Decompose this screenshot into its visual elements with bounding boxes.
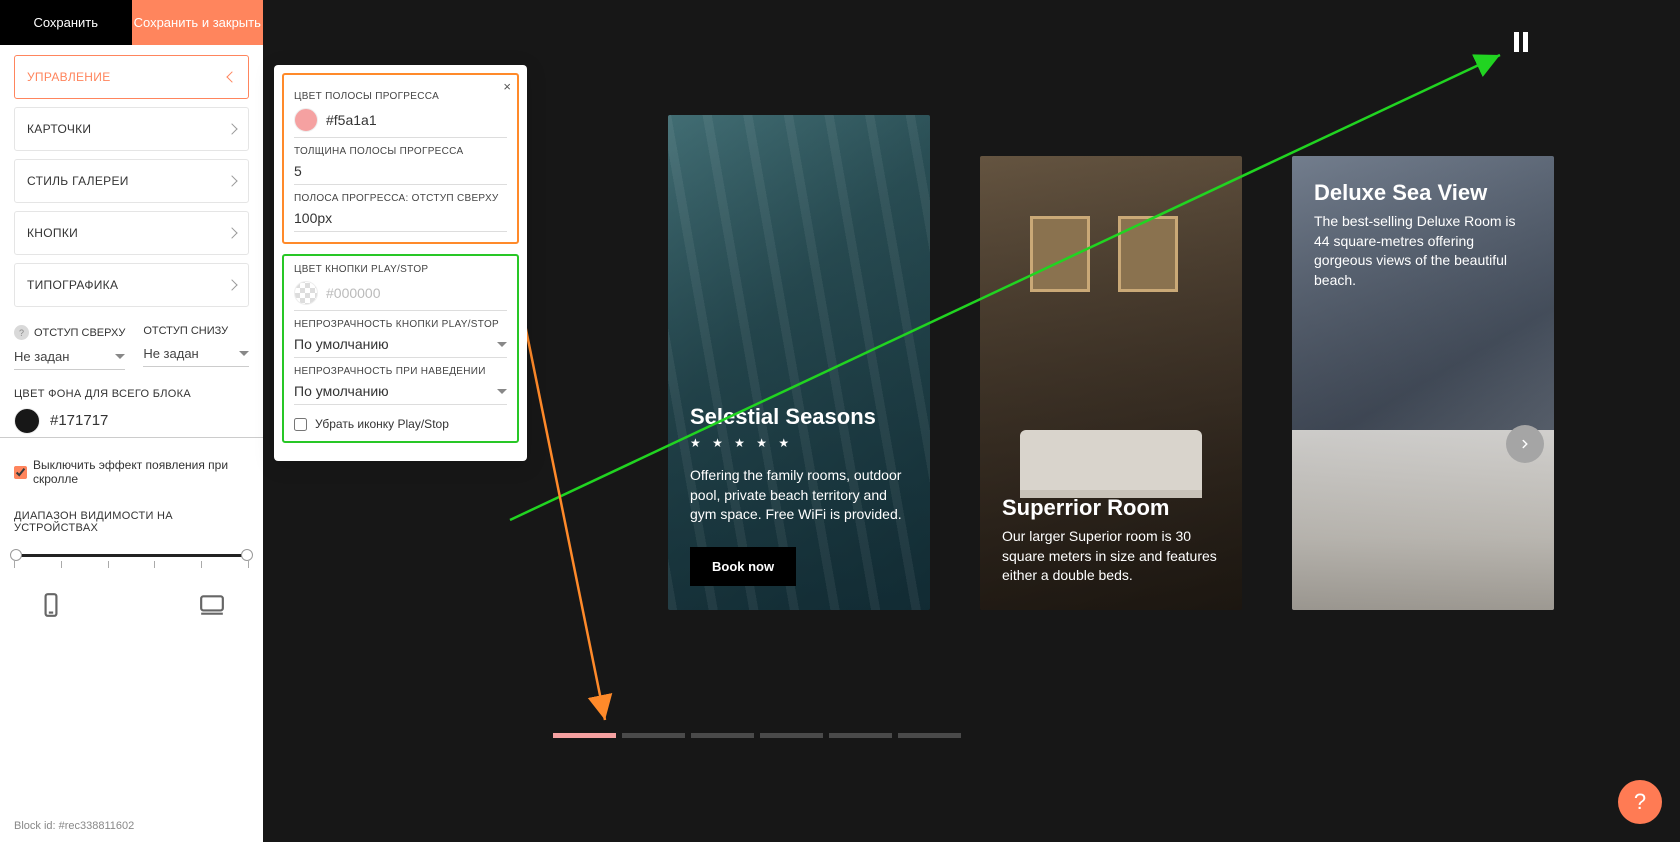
play-hover-select[interactable]: По умолчанию [294, 377, 507, 405]
accordion-item-control[interactable]: УПРАВЛЕНИЕ [14, 55, 249, 99]
book-now-button[interactable]: Book now [690, 547, 796, 586]
dropdown-icon [239, 351, 249, 356]
progress-segment[interactable] [760, 733, 823, 738]
progress-segment[interactable] [553, 733, 616, 738]
range-thumb-min[interactable] [10, 549, 22, 561]
progress-bars [553, 733, 961, 738]
accordion-label: ТИПОГРАФИКА [27, 278, 118, 292]
accordion-label: УПРАВЛЕНИЕ [27, 70, 111, 84]
bg-color-label: ЦВЕТ ФОНА ДЛЯ ВСЕГО БЛОКА [0, 370, 263, 404]
chevron-right-icon [226, 123, 237, 134]
card-selestial[interactable]: Selestial Seasons ★ ★ ★ ★ ★ Offering the… [668, 115, 930, 610]
desktop-icon [199, 592, 225, 618]
card-desc: The best-selling Deluxe Room is 44 squar… [1314, 212, 1532, 290]
hide-playstop-checkbox[interactable]: Убрать иконку Play/Stop [294, 417, 507, 431]
help-button[interactable]: ? [1618, 780, 1662, 824]
play-color-label: ЦВЕТ КНОПКИ PLAY/STOP [294, 264, 507, 275]
chevron-right-icon [226, 175, 237, 186]
close-icon[interactable]: × [503, 79, 511, 94]
offset-bottom-label: ОТСТУП СНИЗУ [143, 325, 249, 337]
save-close-button[interactable]: Сохранить и закрыть [132, 0, 264, 45]
color-swatch-icon [294, 108, 318, 132]
offset-top-select[interactable]: Не задан [14, 344, 125, 370]
accordion-label: СТИЛЬ ГАЛЕРЕИ [27, 174, 129, 188]
card-desc: Our larger Superior room is 30 square me… [1002, 527, 1220, 586]
play-color-input[interactable]: #000000 [294, 275, 507, 311]
progress-segment[interactable] [898, 733, 961, 738]
accordion-label: КАРТОЧКИ [27, 122, 91, 136]
checkbox-label: Выключить эффект появления при скролле [33, 458, 249, 486]
play-color-value: #000000 [326, 285, 381, 301]
card-desc: Offering the family rooms, outdoor pool,… [690, 466, 908, 525]
chevron-right-icon [226, 227, 237, 238]
checkbox-label: Убрать иконку Play/Stop [315, 417, 449, 431]
dropdown-icon [497, 342, 507, 347]
pause-button[interactable] [1512, 32, 1530, 57]
range-thumb-max[interactable] [241, 549, 253, 561]
playstop-group: ЦВЕТ КНОПКИ PLAY/STOP #000000 НЕПРОЗРАЧН… [282, 254, 519, 443]
play-opacity-label: НЕПРОЗРАЧНОСТЬ КНОПКИ PLAY/STOP [294, 319, 507, 330]
bg-color-value: #171717 [50, 404, 108, 437]
checkbox-input[interactable] [14, 466, 27, 479]
card-deluxe[interactable]: Deluxe Sea View The best-selling Deluxe … [1292, 156, 1554, 610]
accordion-item-buttons[interactable]: КНОПКИ [14, 211, 249, 255]
card-stars: ★ ★ ★ ★ ★ [690, 436, 908, 450]
range-ticks [14, 561, 249, 568]
gallery-cards: Selestial Seasons ★ ★ ★ ★ ★ Offering the… [668, 115, 1554, 610]
chevron-right-icon [226, 279, 237, 290]
help-tip-icon[interactable]: ? [14, 325, 29, 340]
card-title: Deluxe Sea View [1314, 180, 1532, 206]
card-title: Selestial Seasons [690, 404, 908, 430]
chevron-left-icon [226, 71, 237, 82]
play-opacity-select[interactable]: По умолчанию [294, 330, 507, 358]
transparent-swatch-icon [294, 281, 318, 305]
dropdown-icon [497, 389, 507, 394]
progress-thickness-input[interactable]: 5 [294, 157, 507, 185]
play-hover-label: НЕПРОЗРАЧНОСТЬ ПРИ НАВЕДЕНИИ [294, 366, 507, 377]
visibility-range-label: ДИАПАЗОН ВИДИМОСТИ НА УСТРОЙСТВАХ [0, 492, 263, 538]
card-title: Superrior Room [1002, 495, 1220, 521]
progress-offset-input[interactable]: 100px [294, 204, 507, 232]
accordion-item-gallery-style[interactable]: СТИЛЬ ГАЛЕРЕИ [14, 159, 249, 203]
dropdown-icon [115, 354, 125, 359]
bg-color-swatch [14, 408, 40, 434]
bg-color-input[interactable]: #171717 [0, 404, 263, 438]
progress-offset-label: ПОЛОСА ПРОГРЕССА: ОТСТУП СВЕРХУ [294, 193, 507, 204]
settings-sidebar: Сохранить Сохранить и закрыть УПРАВЛЕНИЕ… [0, 0, 263, 842]
progress-thickness-label: ТОЛЩИНА ПОЛОСЫ ПРОГРЕССА [294, 146, 507, 157]
progress-color-label: ЦВЕТ ПОЛОСЫ ПРОГРЕССА [294, 91, 507, 102]
mobile-icon [38, 592, 64, 618]
offset-bottom-select[interactable]: Не задан [143, 341, 249, 367]
progress-color-input[interactable]: #f5a1a1 [294, 102, 507, 138]
accordion-item-cards[interactable]: КАРТОЧКИ [14, 107, 249, 151]
progress-segment[interactable] [691, 733, 754, 738]
disable-scroll-effect-checkbox[interactable]: Выключить эффект появления при скролле [0, 442, 263, 492]
progressbar-group: × ЦВЕТ ПОЛОСЫ ПРОГРЕССА #f5a1a1 ТОЛЩИНА … [282, 73, 519, 244]
progress-segment[interactable] [622, 733, 685, 738]
progress-color-value: #f5a1a1 [326, 112, 377, 128]
progress-segment[interactable] [829, 733, 892, 738]
block-id-label: Block id: #rec338811602 [14, 820, 134, 832]
save-button[interactable]: Сохранить [0, 0, 132, 45]
checkbox-input[interactable] [294, 418, 307, 431]
visibility-range-slider[interactable] [14, 554, 249, 557]
card-superior[interactable]: Superrior Room Our larger Superior room … [980, 156, 1242, 610]
chevron-right-icon [1518, 437, 1532, 451]
offset-top-label: ?ОТСТУП СВЕРХУ [14, 325, 125, 340]
controls-subpanel: × ЦВЕТ ПОЛОСЫ ПРОГРЕССА #f5a1a1 ТОЛЩИНА … [274, 65, 527, 461]
next-arrow-button[interactable] [1506, 425, 1544, 463]
accordion-item-typography[interactable]: ТИПОГРАФИКА [14, 263, 249, 307]
accordion-label: КНОПКИ [27, 226, 78, 240]
